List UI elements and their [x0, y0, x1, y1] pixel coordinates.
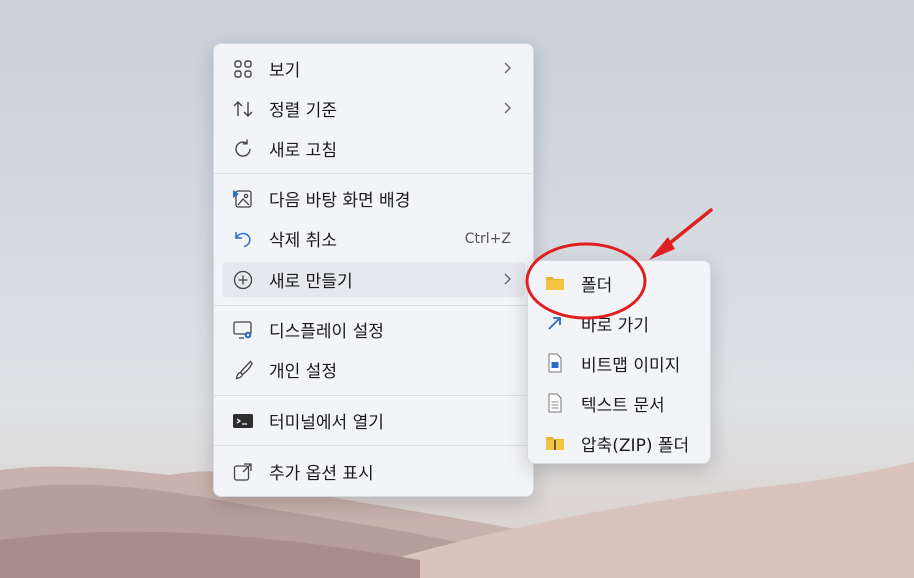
- chevron-right-icon: [501, 100, 513, 120]
- menu-item-personalize[interactable]: 개인 설정: [222, 352, 525, 387]
- zip-folder-icon: [544, 432, 566, 454]
- menu-item-label: 새로 고침: [269, 141, 337, 161]
- menu-item-sort-by[interactable]: 정렬 기준: [222, 91, 525, 126]
- menu-item-label: 삭제 취소: [269, 231, 337, 251]
- terminal-icon: [231, 409, 255, 433]
- submenu-item-bitmap[interactable]: 비트맵 이미지: [534, 346, 704, 380]
- submenu-item-label: 폴더: [581, 275, 613, 296]
- menu-item-open-terminal[interactable]: 터미널에서 열기: [222, 403, 525, 438]
- menu-item-label: 터미널에서 열기: [269, 413, 384, 433]
- menu-separator: [214, 173, 533, 174]
- keyboard-shortcut: Ctrl+Z: [464, 230, 511, 247]
- submenu-item-label: 텍스트 문서: [581, 395, 665, 416]
- menu-separator: [214, 445, 533, 446]
- desktop-context-menu: 보기 정렬 기준 새로 고침 다음 바탕 화면 배경 삭제 취소 Ctrl+Z …: [213, 43, 534, 497]
- undo-icon: [231, 227, 255, 251]
- submenu-item-folder[interactable]: 폴더: [534, 266, 704, 300]
- bitmap-icon: [544, 352, 566, 374]
- submenu-item-text-document[interactable]: 텍스트 문서: [534, 386, 704, 420]
- next-wallpaper-icon: [231, 187, 255, 211]
- more-options-icon: [231, 460, 255, 484]
- menu-item-new[interactable]: 새로 만들기: [222, 262, 525, 297]
- submenu-item-label: 비트맵 이미지: [581, 355, 681, 376]
- sort-arrows-icon: [231, 97, 255, 121]
- menu-item-display-settings[interactable]: 디스플레이 설정: [222, 312, 525, 347]
- submenu-item-label: 바로 가기: [581, 315, 649, 336]
- text-document-icon: [544, 392, 566, 414]
- menu-item-next-background[interactable]: 다음 바탕 화면 배경: [222, 181, 525, 216]
- menu-item-label: 보기: [269, 61, 301, 81]
- menu-separator: [214, 395, 533, 396]
- menu-item-label: 새로 만들기: [269, 272, 353, 292]
- chevron-right-icon: [501, 271, 513, 291]
- shortcut-icon: [544, 312, 566, 334]
- menu-separator: [214, 305, 533, 306]
- menu-item-refresh[interactable]: 새로 고침: [222, 131, 525, 166]
- menu-item-view[interactable]: 보기: [222, 51, 525, 86]
- submenu-item-shortcut[interactable]: 바로 가기: [534, 306, 704, 340]
- submenu-item-zip-folder[interactable]: 압축(ZIP) 폴더: [534, 426, 704, 460]
- add-circle-icon: [231, 268, 255, 292]
- chevron-right-icon: [501, 60, 513, 80]
- display-settings-icon: [231, 318, 255, 342]
- brush-icon: [231, 358, 255, 382]
- menu-item-label: 개인 설정: [269, 362, 337, 382]
- menu-item-label: 추가 옵션 표시: [269, 464, 374, 484]
- menu-item-undo-delete[interactable]: 삭제 취소 Ctrl+Z: [222, 221, 525, 256]
- view-grid-icon: [231, 57, 255, 81]
- new-submenu: 폴더 바로 가기 비트맵 이미지 텍스트 문서 압축(ZIP) 폴더: [527, 260, 711, 464]
- menu-item-show-more-options[interactable]: 추가 옵션 표시: [222, 454, 525, 489]
- menu-item-label: 디스플레이 설정: [269, 322, 384, 342]
- folder-icon: [544, 272, 566, 294]
- menu-item-label: 정렬 기준: [269, 101, 337, 121]
- refresh-icon: [231, 137, 255, 161]
- submenu-item-label: 압축(ZIP) 폴더: [581, 435, 690, 456]
- menu-item-label: 다음 바탕 화면 배경: [269, 191, 411, 211]
